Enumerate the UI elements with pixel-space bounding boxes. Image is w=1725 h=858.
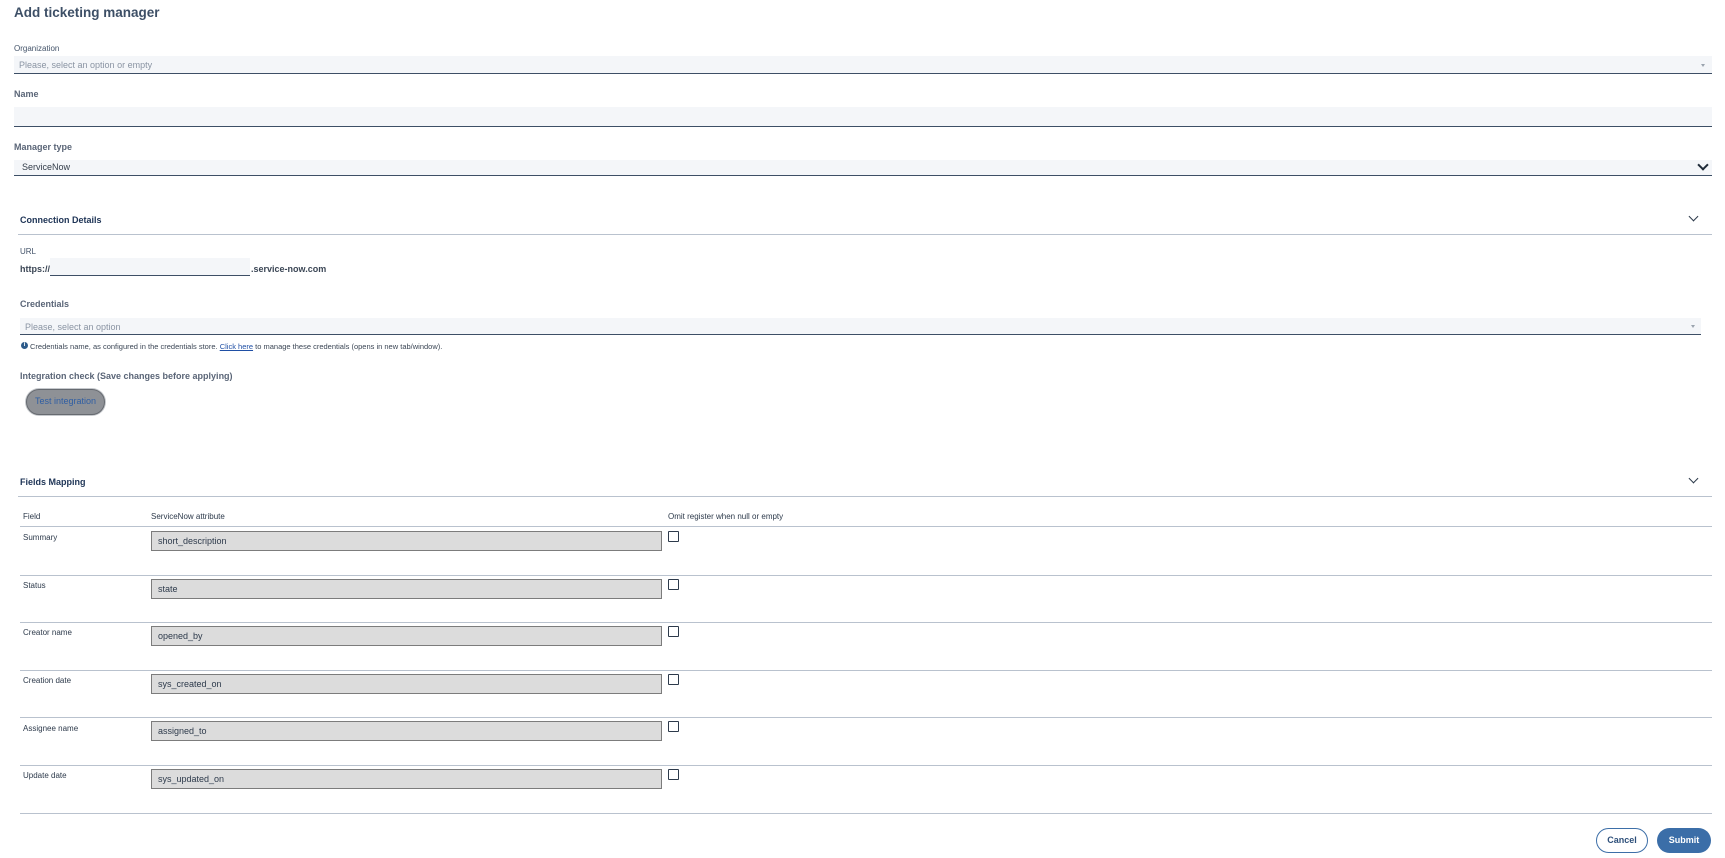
- submit-button[interactable]: Submit: [1657, 828, 1711, 853]
- column-header-field: Field: [23, 512, 41, 521]
- organization-label: Organization: [14, 44, 60, 53]
- url-input[interactable]: [50, 258, 250, 276]
- table-row-divider: [20, 765, 1712, 766]
- attribute-input-assignee-name[interactable]: assigned_to: [151, 721, 662, 741]
- manage-credentials-link[interactable]: Click here: [220, 342, 253, 351]
- row-label-update-date: Update date: [23, 771, 67, 780]
- cancel-button[interactable]: Cancel: [1596, 828, 1648, 853]
- credentials-help: Credentials name, as configured in the c…: [30, 342, 442, 351]
- manager-type-select[interactable]: ServiceNow: [14, 159, 1712, 176]
- row-label-creation-date: Creation date: [23, 676, 72, 685]
- info-icon: i: [21, 342, 28, 349]
- attribute-input-summary[interactable]: short_description: [151, 531, 662, 551]
- table-row-divider: [20, 670, 1712, 671]
- credentials-label: Credentials: [20, 299, 70, 309]
- chevron-down-icon[interactable]: [1688, 473, 1699, 484]
- table-row-divider: [20, 575, 1712, 576]
- omit-checkbox-update-date[interactable]: [668, 769, 679, 780]
- credentials-placeholder: Please, select an option: [25, 322, 121, 332]
- table-row-divider: [20, 717, 1712, 718]
- omit-checkbox-status[interactable]: [668, 579, 679, 590]
- attribute-input-creation-date[interactable]: sys_created_on: [151, 674, 662, 694]
- omit-checkbox-summary[interactable]: [668, 531, 679, 542]
- row-label-status: Status: [23, 581, 46, 590]
- url-suffix: .service-now.com: [251, 264, 327, 274]
- test-integration-button[interactable]: Test integration: [26, 389, 105, 415]
- organization-placeholder: Please, select an option or empty: [19, 60, 153, 70]
- caret-down-icon: [1701, 64, 1705, 67]
- credentials-select[interactable]: Please, select an option: [20, 318, 1701, 335]
- table-row-divider: [20, 813, 1712, 814]
- url-prefix: https://: [20, 264, 50, 274]
- column-header-omit: Omit register when null or empty: [668, 512, 784, 521]
- chevron-down-icon: [1697, 159, 1709, 171]
- connection-details-header[interactable]: Connection Details: [18, 203, 1712, 235]
- row-label-assignee-name: Assignee name: [23, 724, 79, 733]
- attribute-input-status[interactable]: state: [151, 579, 662, 599]
- manager-type-value: ServiceNow: [22, 162, 71, 172]
- help-text-after: to manage these credentials (opens in ne…: [255, 342, 443, 351]
- attribute-input-update-date[interactable]: sys_updated_on: [151, 769, 662, 789]
- fields-mapping-title: Fields Mapping: [20, 477, 86, 487]
- integration-check-label: Integration check (Save changes before a…: [20, 371, 233, 381]
- manager-type-label: Manager type: [14, 142, 73, 152]
- name-input[interactable]: [14, 107, 1712, 127]
- name-label: Name: [14, 89, 39, 99]
- chevron-down-icon[interactable]: [1688, 211, 1699, 222]
- table-row-divider: [20, 526, 1712, 527]
- connection-details-title: Connection Details: [20, 215, 102, 225]
- page-title: Add ticketing manager: [14, 5, 160, 20]
- table-row-divider: [20, 622, 1712, 623]
- omit-checkbox-assignee-name[interactable]: [668, 721, 679, 732]
- omit-checkbox-creator-name[interactable]: [668, 626, 679, 637]
- help-text-before: Credentials name, as configured in the c…: [30, 342, 218, 351]
- organization-select[interactable]: Please, select an option or empty: [14, 56, 1712, 74]
- omit-checkbox-creation-date[interactable]: [668, 674, 679, 685]
- row-label-summary: Summary: [23, 533, 58, 542]
- url-label: URL: [20, 247, 37, 256]
- fields-mapping-header[interactable]: Fields Mapping: [18, 465, 1712, 497]
- attribute-input-creator-name[interactable]: opened_by: [151, 626, 662, 646]
- caret-down-icon: [1691, 325, 1695, 328]
- row-label-creator-name: Creator name: [23, 628, 72, 637]
- column-header-attribute: ServiceNow attribute: [151, 512, 225, 521]
